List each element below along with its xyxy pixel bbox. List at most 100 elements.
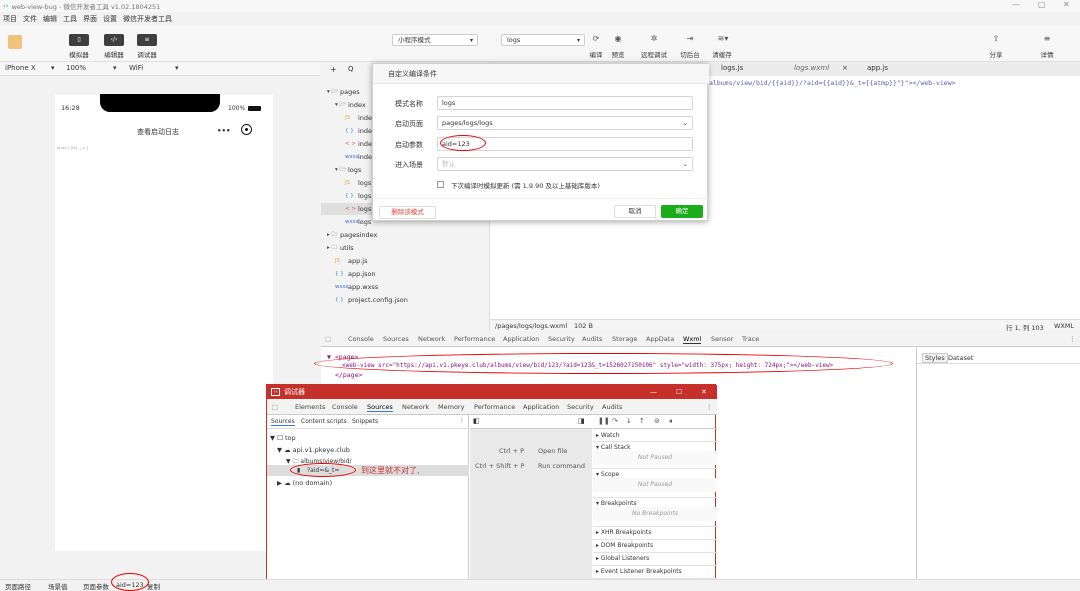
step-out-icon[interactable]: ↑ <box>639 417 645 425</box>
tab-network[interactable]: Network <box>418 335 445 343</box>
background-icon[interactable]: ⇥ <box>683 34 697 43</box>
close-icon[interactable]: ✕ <box>1063 0 1070 9</box>
wxml-line[interactable]: </page> <box>335 371 362 379</box>
tab-audits[interactable]: Audits <box>582 335 602 343</box>
debug-section-header[interactable]: ▸ Watch <box>596 430 717 439</box>
file-tree-item[interactable]: { } app.json <box>321 268 490 280</box>
scene-button[interactable]: 场景值 <box>48 581 68 591</box>
tab-performance[interactable]: Performance <box>454 335 495 343</box>
tab-console[interactable]: Console <box>348 335 374 343</box>
avatar[interactable] <box>8 35 22 49</box>
share-icon[interactable]: ⇧ <box>989 34 1003 43</box>
file-tree-item[interactable]: JS app.js <box>321 255 490 267</box>
tab-sensor[interactable]: Sensor <box>711 335 733 343</box>
tab-sources[interactable]: Sources <box>367 403 393 412</box>
tab-performance[interactable]: Performance <box>474 403 515 411</box>
background-button[interactable]: 切后台 <box>677 49 703 59</box>
tab-wxml[interactable]: Wxml <box>683 335 702 344</box>
zoom-select[interactable]: 100% <box>66 64 86 72</box>
more-vertical-icon[interactable]: ⋮ <box>459 417 465 424</box>
tab-network[interactable]: Network <box>402 403 429 411</box>
file-tree-item[interactable]: { } project.config.json <box>321 294 490 306</box>
inspect-icon[interactable]: ⬚ <box>325 335 331 343</box>
mode-select[interactable]: 小程序模式 ▾ <box>392 34 478 46</box>
tab-app-js[interactable]: app.js <box>867 64 888 72</box>
close-capsule-icon[interactable] <box>241 124 252 135</box>
tab-snippets[interactable]: Snippets <box>352 418 378 425</box>
step-into-icon[interactable]: ↓ <box>626 417 632 425</box>
file-tree-item[interactable]: ▸ 🗀 utils <box>321 242 490 254</box>
start-page-select[interactable]: pages/logs/logs ⌄ <box>437 116 693 130</box>
file-tree-item[interactable]: wxss app.wxss <box>321 281 490 293</box>
tab-memory[interactable]: Memory <box>438 403 464 411</box>
tab-audits[interactable]: Audits <box>602 403 622 411</box>
delete-mode-button[interactable]: 删除该模式 <box>379 206 436 219</box>
simulator-toggle-icon[interactable]: ▯ <box>69 34 89 46</box>
editor-toggle-icon[interactable]: ‹/› <box>104 34 124 46</box>
details-button[interactable]: 详情 <box>1037 49 1057 59</box>
toggle-sidebar-icon[interactable]: ◨ <box>578 417 585 425</box>
inspect-icon[interactable]: ⬚ <box>272 403 278 411</box>
simulate-update-checkbox[interactable] <box>437 181 444 188</box>
toggle-navigator-icon[interactable]: ◧ <box>473 417 480 425</box>
compile-button[interactable]: 编译 <box>586 49 606 59</box>
refresh-icon[interactable]: ⟳ <box>589 34 603 43</box>
restore-icon[interactable]: ☐ <box>676 385 682 399</box>
debug-section-header[interactable]: ▸ Global Listeners <box>596 553 717 562</box>
debug-section-header[interactable]: ▸ Event Listener Breakpoints <box>596 566 717 575</box>
scene-select[interactable]: 默认 ⌄ <box>437 157 693 171</box>
bug-icon[interactable]: ✲ <box>647 34 661 43</box>
tab-content-scripts[interactable]: Content scripts <box>301 418 347 425</box>
debugger-toggle-icon[interactable]: ≡ <box>137 34 157 46</box>
debug-section-header[interactable]: ▸ XHR Breakpoints <box>596 527 717 536</box>
menu-item-settings[interactable]: 设置 <box>103 14 117 24</box>
more-vertical-icon[interactable]: ⋮ <box>706 403 713 411</box>
tab-application[interactable]: Application <box>523 403 559 411</box>
menu-item-file[interactable]: 文件 <box>23 14 37 24</box>
tab-sources[interactable]: Sources <box>383 335 409 343</box>
tree-item-top[interactable]: ▼ ☐ top <box>270 434 296 442</box>
tab-logs-js[interactable]: logs.js <box>721 64 743 72</box>
tab-dataset[interactable]: Dataset <box>948 354 973 362</box>
confirm-button[interactable]: 确定 <box>661 205 703 218</box>
tab-logs-wxml[interactable]: logs.wxml <box>794 64 829 72</box>
menu-item-view[interactable]: 界面 <box>83 14 97 24</box>
debug-section-header[interactable]: ▸ DOM Breakpoints <box>596 540 717 549</box>
tab-appdata[interactable]: AppData <box>646 335 674 343</box>
tree-item-no-domain[interactable]: ▶ ☁ (no domain) <box>277 479 332 487</box>
debug-section-header[interactable]: ▾ Scope <box>596 469 717 478</box>
tab-elements[interactable]: Elements <box>295 403 325 411</box>
eye-icon[interactable]: ◉ <box>611 34 625 43</box>
clear-cache-button[interactable]: 清缓存 <box>709 49 735 59</box>
minimize-icon[interactable]: — <box>1012 0 1020 9</box>
tab-console[interactable]: Console <box>332 403 358 411</box>
compile-mode-select[interactable]: logs ▾ <box>501 34 585 46</box>
device-select[interactable]: iPhone X <box>5 64 36 72</box>
tab-styles[interactable]: Styles <box>922 353 948 363</box>
page-path-button[interactable]: 页面路径 <box>5 581 31 591</box>
cancel-button[interactable]: 取消 <box>614 205 656 218</box>
debug-section-header[interactable]: ▾ Call Stack <box>596 442 717 451</box>
file-tree-item[interactable]: ▸ 🗀 pagesindex <box>321 229 490 241</box>
minimize-icon[interactable]: — <box>650 385 657 399</box>
tab-storage[interactable]: Storage <box>612 335 637 343</box>
close-icon[interactable]: ✕ <box>701 385 707 399</box>
share-button[interactable]: 分享 <box>986 49 1006 59</box>
search-icon[interactable]: Q <box>348 65 354 73</box>
layers-icon[interactable]: ≋▾ <box>714 34 732 43</box>
remote-debug-button[interactable]: 远程调试 <box>638 49 670 59</box>
details-icon[interactable]: ≡ <box>1040 34 1054 43</box>
menu-item-project[interactable]: 项目 <box>3 14 17 24</box>
tab-close-icon[interactable]: × <box>842 64 848 72</box>
tab-application[interactable]: Application <box>503 335 539 343</box>
more-vertical-icon[interactable]: ⋮ <box>1069 335 1076 343</box>
step-over-icon[interactable]: ↷ <box>612 417 618 425</box>
preview-button[interactable]: 预览 <box>608 49 628 59</box>
network-select[interactable]: WiFi <box>129 64 143 72</box>
pause-on-exceptions-icon[interactable]: ⏸ <box>669 417 673 426</box>
menu-item-devtools[interactable]: 微信开发者工具 <box>123 14 172 24</box>
add-file-icon[interactable]: + <box>330 65 337 74</box>
more-menu-icon[interactable]: ••• <box>217 127 230 135</box>
menu-item-edit[interactable]: 编辑 <box>43 14 57 24</box>
debug-section-header[interactable]: ▾ Breakpoints <box>596 498 717 507</box>
